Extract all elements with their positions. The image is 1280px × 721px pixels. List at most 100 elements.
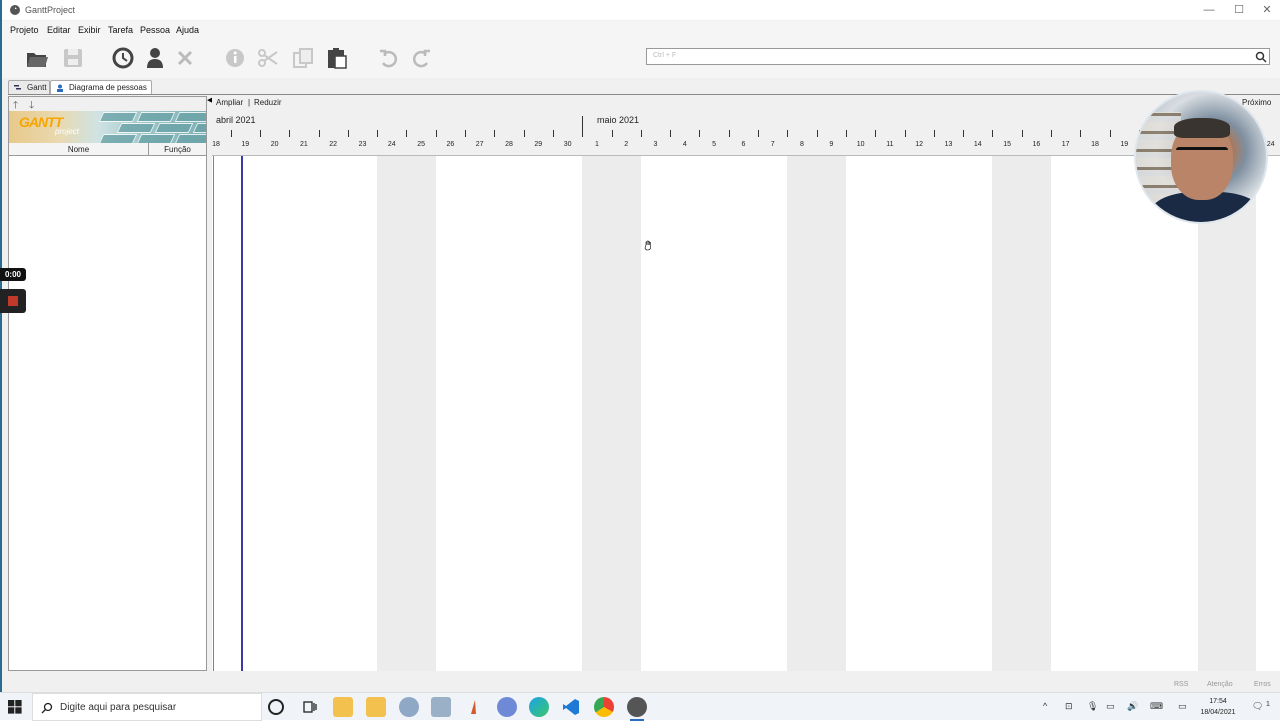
day-label: 26: [446, 141, 455, 148]
volume-icon[interactable]: 🔊: [1127, 701, 1138, 712]
day-label: 1: [594, 141, 599, 148]
microphone-icon[interactable]: 🎙: [1087, 701, 1098, 712]
day-label: 23: [358, 141, 367, 148]
taskbar-search-placeholder: Digite aqui para pesquisar: [60, 702, 177, 713]
hand-cursor-icon: [644, 240, 651, 251]
day-tick: [1021, 130, 1023, 137]
day-tick: [494, 130, 496, 137]
notifications-icon[interactable]: 🗨: [1252, 701, 1263, 712]
minimize-button[interactable]: —: [1194, 2, 1224, 18]
cut-icon[interactable]: [255, 45, 281, 71]
day-label: 12: [915, 141, 924, 148]
weekend-column: [1197, 156, 1257, 671]
weekend-column: [582, 156, 641, 671]
search-input[interactable]: Ctrl + F: [646, 48, 1270, 65]
tab-gantt[interactable]: Gantt: [8, 80, 50, 94]
menu-ajuda[interactable]: Ajuda: [176, 25, 199, 35]
day-label: 9: [829, 141, 834, 148]
day-label: 3: [653, 141, 658, 148]
history-clock-icon[interactable]: [110, 45, 136, 71]
zoom-in-link[interactable]: Ampliar: [216, 98, 243, 107]
search-icon[interactable]: [1255, 51, 1267, 63]
windows-start-icon[interactable]: [8, 700, 22, 714]
window-title: GanttProject: [25, 5, 76, 15]
day-tick: [845, 130, 847, 137]
paste-icon[interactable]: [324, 45, 350, 71]
day-tick: [640, 130, 642, 137]
app-icon-2[interactable]: [431, 697, 451, 717]
info-icon[interactable]: [222, 45, 248, 71]
copy-icon[interactable]: [290, 45, 316, 71]
day-label: 5: [712, 141, 717, 148]
column-header-name[interactable]: Nome: [9, 143, 149, 156]
day-tick: [523, 130, 525, 137]
keyboard-icon[interactable]: ⌨: [1150, 701, 1163, 712]
rss-link[interactable]: RSS: [1174, 681, 1188, 688]
menu-exibir[interactable]: Exibir: [78, 25, 101, 35]
redo-icon[interactable]: [408, 45, 434, 71]
day-label: 16: [1032, 141, 1041, 148]
day-tick: [904, 130, 906, 137]
add-person-icon[interactable]: [142, 45, 168, 71]
day-label: 4: [682, 141, 687, 148]
warning-link[interactable]: Atenção: [1207, 681, 1233, 688]
day-label: 29: [534, 141, 543, 148]
chrome-icon[interactable]: [594, 697, 614, 717]
delete-icon[interactable]: [172, 45, 198, 71]
menu-projeto[interactable]: Projeto: [10, 25, 39, 35]
tray-chevron-icon[interactable]: ^: [1043, 701, 1047, 711]
day-label: 11: [886, 141, 894, 148]
pencil-app-icon[interactable]: [463, 697, 483, 717]
tab-divider: [8, 94, 1280, 95]
day-tick: [435, 130, 437, 137]
ganttproject-logo: GANTT project: [9, 111, 206, 143]
menu-tarefa[interactable]: Tarefa: [108, 25, 133, 35]
taskbar-search-input[interactable]: Digite aqui para pesquisar: [32, 693, 262, 721]
r-app-icon[interactable]: [497, 697, 517, 717]
errors-link[interactable]: Erros: [1254, 681, 1271, 688]
column-header-role[interactable]: Função: [149, 143, 206, 156]
tray-app-icon[interactable]: ⊡: [1065, 701, 1073, 712]
search-placeholder: Ctrl + F: [653, 52, 677, 59]
day-label: 24: [1266, 141, 1275, 148]
network-icon[interactable]: ▭: [1106, 701, 1115, 712]
day-label: 18: [212, 141, 220, 148]
maximize-button[interactable]: ☐: [1224, 2, 1254, 18]
open-folder-icon[interactable]: [24, 45, 50, 71]
taskbar-clock[interactable]: 17:54 18/04/2021: [1196, 696, 1240, 718]
close-button[interactable]: ✕: [1252, 2, 1280, 18]
month-header: abril 2021 maio 2021: [212, 110, 1280, 130]
cortana-icon[interactable]: [268, 699, 284, 715]
day-tick: [875, 130, 877, 137]
language-icon[interactable]: ▭: [1178, 701, 1187, 712]
next-link[interactable]: Próximo: [1242, 98, 1271, 107]
tab-resource-chart[interactable]: Diagrama de pessoas: [50, 80, 152, 94]
weekend-column: [787, 156, 846, 671]
clock-time: 17:54: [1209, 698, 1227, 705]
month-label: maio 2021: [597, 115, 640, 125]
edge-icon[interactable]: [529, 697, 549, 717]
store-icon[interactable]: [366, 697, 386, 717]
task-view-icon[interactable]: [300, 697, 320, 717]
day-label: 14: [973, 141, 982, 148]
search-icon: [41, 702, 53, 714]
menu-pessoa[interactable]: Pessoa: [140, 25, 170, 35]
undo-icon[interactable]: [376, 45, 402, 71]
zoom-out-link[interactable]: Reduzir: [254, 98, 282, 107]
logo-sub: project: [55, 127, 80, 136]
day-tick: [992, 130, 994, 137]
month-label: abril 2021: [216, 115, 256, 125]
stop-recording-button[interactable]: [0, 289, 26, 313]
file-explorer-icon[interactable]: [333, 697, 353, 717]
notification-count: 1: [1266, 701, 1270, 708]
ganttproject-taskbar-icon[interactable]: [627, 697, 647, 721]
app-icon-1[interactable]: [399, 697, 419, 717]
day-tick: [611, 130, 613, 137]
menu-bar: Projeto Editar Exibir Tarefa Pessoa Ajud…: [2, 21, 1280, 38]
menu-editar[interactable]: Editar: [47, 25, 71, 35]
resource-chart[interactable]: Ampliar | Reduzir Próximo abril 2021 mai…: [212, 96, 1280, 671]
day-label: 17: [1061, 141, 1070, 148]
today-marker-blue: [241, 156, 243, 671]
vscode-icon[interactable]: [561, 697, 581, 717]
save-icon[interactable]: [60, 45, 86, 71]
